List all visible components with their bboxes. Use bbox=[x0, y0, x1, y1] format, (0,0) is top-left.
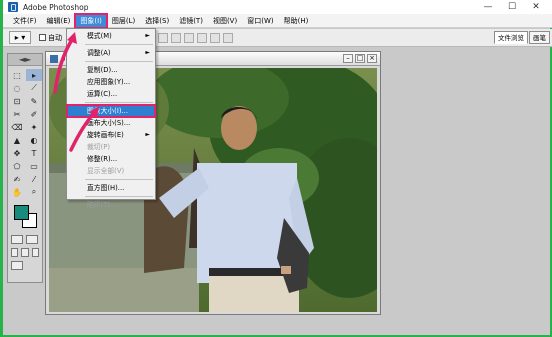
photoshop-app-icon bbox=[8, 2, 18, 12]
eraser-tool-icon[interactable]: ⌫ bbox=[9, 121, 25, 133]
menu-image[interactable]: 图象(I) bbox=[74, 12, 108, 29]
menu-item-calculations[interactable]: 运算(C)... bbox=[67, 88, 155, 100]
screenshot-frame: Adobe Photoshop — ☐ ✕ 文件(F) 编辑(E) 图象(I) … bbox=[0, 0, 552, 337]
toolbox-header: ◄► bbox=[8, 54, 42, 66]
menu-item-reveal-all: 显示全部(V) bbox=[87, 167, 125, 175]
menu-item-image-size[interactable]: 图象大小(I)... bbox=[66, 104, 156, 118]
submenu-arrow-icon: ► bbox=[145, 131, 150, 138]
auto-select-checkbox[interactable]: 自动 bbox=[39, 33, 62, 43]
zoom-tool-icon[interactable]: ⌕ bbox=[26, 186, 42, 198]
close-button[interactable]: ✕ bbox=[524, 0, 548, 14]
menu-item-histogram[interactable]: 直方图(H)... bbox=[67, 182, 155, 194]
jump-to-imageready-icon[interactable] bbox=[11, 261, 23, 270]
menu-item-canvas-size[interactable]: 画布大小(S)... bbox=[67, 117, 155, 129]
hand-tool-icon[interactable]: ✋ bbox=[9, 186, 25, 198]
menu-item-duplicate[interactable]: 复制(D)... bbox=[67, 64, 155, 76]
distribute-bottom-icon[interactable] bbox=[184, 32, 194, 43]
menu-separator bbox=[85, 196, 153, 197]
menu-view[interactable]: 视图(V) bbox=[208, 14, 242, 28]
menu-separator bbox=[85, 179, 153, 180]
foreground-color-swatch[interactable] bbox=[14, 205, 29, 220]
magic-wand-tool-icon[interactable]: ⟋ bbox=[26, 82, 42, 94]
menu-item-trim[interactable]: 修整(R)... bbox=[67, 153, 155, 165]
screen-mode-row bbox=[8, 246, 42, 259]
menu-item-mode[interactable]: 模式(M) ► bbox=[67, 30, 155, 42]
menu-bar: 文件(F) 编辑(E) 图象(I) 图层(L) 选择(S) 滤镜(T) 视图(V… bbox=[3, 12, 552, 29]
notes-tool-icon[interactable]: ✍ bbox=[9, 173, 25, 185]
menu-window[interactable]: 窗口(W) bbox=[242, 14, 278, 28]
document-controls: – □ × bbox=[343, 54, 377, 63]
menu-separator bbox=[85, 102, 153, 103]
image-menu-dropdown: 模式(M) ► 调整(A) ► 复制(D)... 应用图象(Y)... 运算(C).… bbox=[66, 28, 156, 209]
palette-well: 文件浏览 画笔 bbox=[494, 31, 550, 44]
doc-minimize-button[interactable]: – bbox=[343, 54, 353, 63]
blur-tool-icon[interactable]: ▲ bbox=[9, 134, 25, 146]
menu-layer[interactable]: 图层(L) bbox=[107, 14, 140, 28]
jump-row bbox=[8, 259, 42, 272]
slice-tool-icon[interactable]: ✎ bbox=[26, 95, 42, 107]
distribute-left-icon[interactable] bbox=[197, 32, 207, 43]
pen-tool-icon[interactable]: ⬠ bbox=[9, 160, 25, 172]
standard-screen-icon[interactable] bbox=[11, 248, 19, 257]
toolbox: ◄► ⬚ ▸ ◌ ⟋ ⊡ ✎ ✂ ✐ ⌫ ✦ ▲ ◐ ✥ T ⬠ ▭ ✍ ⁄ ✋… bbox=[7, 53, 43, 283]
full-screen-icon[interactable] bbox=[31, 248, 39, 257]
path-selection-tool-icon[interactable]: ✥ bbox=[9, 147, 25, 159]
healing-brush-tool-icon[interactable]: ✂ bbox=[9, 108, 25, 120]
tab-file-browser[interactable]: 文件浏览 bbox=[494, 31, 528, 44]
submenu-arrow-icon: ► bbox=[145, 32, 150, 39]
tool-preset-picker[interactable]: ▸ ▾ bbox=[9, 31, 31, 44]
menu-filter[interactable]: 滤镜(T) bbox=[174, 14, 208, 28]
tool-grid: ⬚ ▸ ◌ ⟋ ⊡ ✎ ✂ ✐ ⌫ ✦ ▲ ◐ ✥ T ⬠ ▭ ✍ ⁄ ✋ ⌕ bbox=[8, 66, 42, 201]
quick-mask-mode-icon[interactable] bbox=[26, 235, 38, 244]
minimize-button[interactable]: — bbox=[476, 0, 500, 14]
menu-item-label: 模式(M) bbox=[87, 32, 112, 40]
menu-edit[interactable]: 编辑(E) bbox=[42, 14, 76, 28]
window-controls: — ☐ ✕ bbox=[476, 0, 548, 14]
auto-select-label: 自动 bbox=[48, 33, 62, 42]
window-title: Adobe Photoshop bbox=[23, 2, 89, 12]
menu-separator bbox=[85, 44, 153, 45]
distribute-center-icon[interactable] bbox=[210, 32, 220, 43]
marquee-tool-icon[interactable]: ⬚ bbox=[9, 69, 25, 81]
shape-tool-icon[interactable]: ▭ bbox=[26, 160, 42, 172]
type-tool-icon[interactable]: T bbox=[26, 147, 42, 159]
title-bar: Adobe Photoshop — ☐ ✕ bbox=[3, 0, 552, 14]
mask-mode-row bbox=[8, 233, 42, 246]
menu-separator bbox=[85, 61, 153, 62]
menu-item-adjustments[interactable]: 调整(A) ► bbox=[67, 47, 155, 59]
menu-select[interactable]: 选择(S) bbox=[140, 14, 174, 28]
menu-item-crop: 裁切(P) bbox=[87, 143, 110, 151]
full-screen-menu-icon[interactable] bbox=[21, 248, 29, 257]
standard-mode-icon[interactable] bbox=[11, 235, 23, 244]
crop-tool-icon[interactable]: ⊡ bbox=[9, 95, 25, 107]
maximize-button[interactable]: ☐ bbox=[500, 0, 524, 14]
menu-file[interactable]: 文件(F) bbox=[8, 14, 42, 28]
color-swatches bbox=[8, 203, 42, 233]
lasso-tool-icon[interactable]: ◌ bbox=[9, 82, 25, 94]
menu-item-rotate-canvas[interactable]: 旋转画布(E) ► bbox=[67, 129, 155, 141]
history-brush-tool-icon[interactable]: ✦ bbox=[26, 121, 42, 133]
menu-help[interactable]: 帮助(H) bbox=[279, 14, 314, 28]
menu-item-label: 旋转画布(E) bbox=[87, 131, 124, 139]
brush-tool-icon[interactable]: ✐ bbox=[26, 108, 42, 120]
distribute-top-icon[interactable] bbox=[158, 32, 168, 43]
submenu-arrow-icon: ► bbox=[145, 49, 150, 56]
doc-close-button[interactable]: × bbox=[367, 54, 377, 63]
menu-item-apply-image[interactable]: 应用图象(Y)... bbox=[67, 76, 155, 88]
distribute-middle-icon[interactable] bbox=[171, 32, 181, 43]
checkbox-box[interactable] bbox=[39, 34, 46, 41]
doc-maximize-button[interactable]: □ bbox=[355, 54, 365, 63]
menu-item-label: 调整(A) bbox=[87, 49, 111, 57]
tab-brushes[interactable]: 画笔 bbox=[529, 31, 550, 44]
eyedropper-tool-icon[interactable]: ⁄ bbox=[26, 173, 42, 185]
dodge-tool-icon[interactable]: ◐ bbox=[26, 134, 42, 146]
document-icon bbox=[50, 54, 58, 63]
move-tool-icon[interactable]: ▸ bbox=[26, 69, 42, 81]
distribute-right-icon[interactable] bbox=[223, 32, 233, 43]
menu-item-trap: 陷印(T)... bbox=[87, 201, 117, 209]
